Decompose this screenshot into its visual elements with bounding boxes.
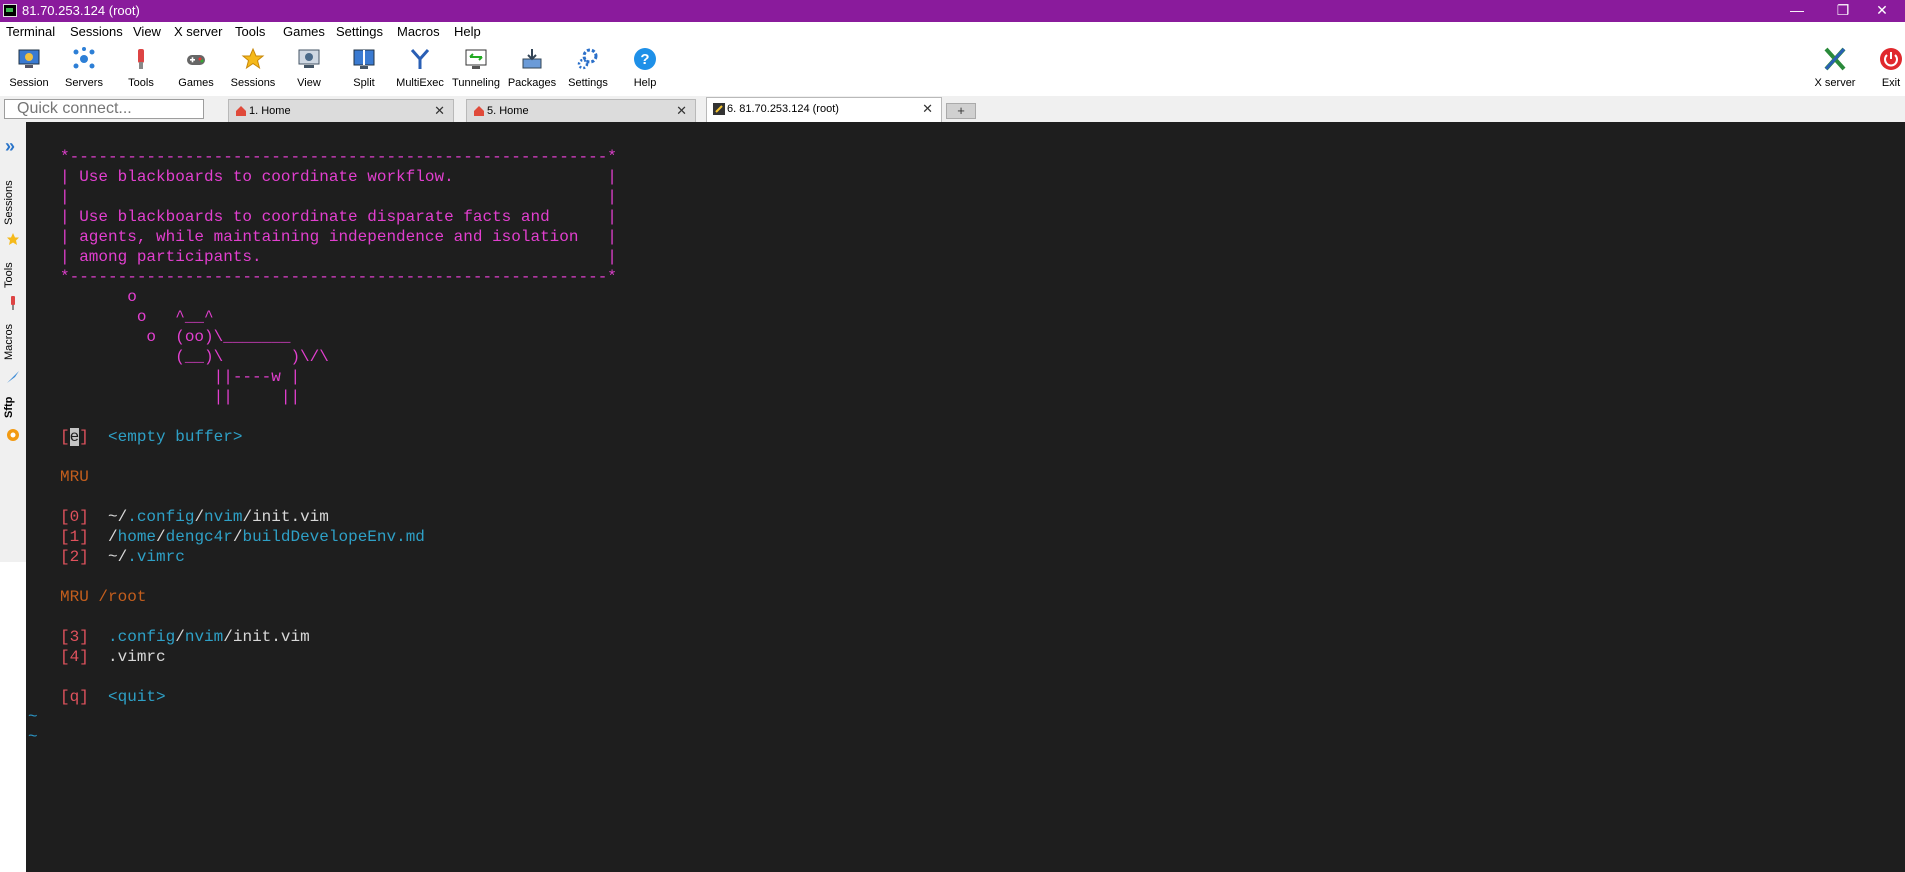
x-server-icon <box>1823 47 1847 71</box>
cow-line: o <box>60 288 137 306</box>
cow-line: (__)\ )\/\ <box>60 348 329 366</box>
banner-line: | Use blackboards to coordinate disparat… <box>60 208 617 226</box>
banner-line: *---------------------------------------… <box>60 268 617 286</box>
macros-icon <box>6 370 20 384</box>
toolbar: Session Servers Tools Games Sessions Vie… <box>0 42 1905 96</box>
minimize-button[interactable]: — <box>1774 0 1820 22</box>
title-bar: 81.70.253.124 (root) — ❐ ✕ <box>0 0 1905 22</box>
cow-line: ||----w | <box>60 368 301 386</box>
tab-close-icon[interactable]: ✕ <box>922 101 933 117</box>
expand-sidebar-icon[interactable]: » <box>5 136 15 157</box>
cow-line: o (oo)\_______ <box>60 328 291 346</box>
cursor: e <box>69 428 80 446</box>
menu-terminal[interactable]: Terminal <box>6 24 55 39</box>
gear-icon <box>576 47 600 71</box>
menu-bar: Terminal Sessions View X server Tools Ga… <box>0 22 1905 42</box>
menu-games[interactable]: Games <box>283 24 325 39</box>
quit-entry[interactable]: [q] <quit> <box>60 687 166 707</box>
view-icon <box>297 47 321 71</box>
power-icon <box>1879 47 1903 71</box>
ssh-session-icon <box>713 103 725 115</box>
banner-line: | Use blackboards to coordinate workflow… <box>60 168 617 186</box>
terminal-area[interactable]: *---------------------------------------… <box>26 122 1905 750</box>
multiexec-icon <box>408 47 432 71</box>
quick-connect-input[interactable] <box>4 99 204 119</box>
empty-line-tilde: ~ <box>28 728 38 746</box>
banner-line: *---------------------------------------… <box>60 148 617 166</box>
sidebar-tab-sftp[interactable]: Sftp <box>3 392 23 422</box>
menu-view[interactable]: View <box>133 24 161 39</box>
packages-icon <box>520 47 544 71</box>
banner-line: | agents, while maintaining independence… <box>60 228 617 246</box>
home-icon <box>235 105 247 117</box>
star-icon <box>6 232 20 246</box>
terminal-app-icon <box>3 4 17 17</box>
sidebar-tab-macros[interactable]: Macros <box>3 320 23 364</box>
session-icon <box>17 47 41 71</box>
servers-button[interactable]: Servers <box>56 44 112 94</box>
mru-entry[interactable]: [0] ~/.config/nvim/init.vim <box>60 507 329 527</box>
tab-1-home[interactable]: 1. Home ✕ <box>228 99 454 122</box>
sidebar-tab-tools[interactable]: Tools <box>3 258 23 292</box>
svg-text:?: ? <box>640 51 649 68</box>
close-button[interactable]: ✕ <box>1859 0 1905 22</box>
cow-line: || || <box>60 388 301 406</box>
menu-help[interactable]: Help <box>454 24 481 39</box>
mru-entry[interactable]: [1] /home/dengc4r/buildDevelopeEnv.md <box>60 527 425 547</box>
games-button[interactable]: Games <box>168 44 224 94</box>
tab-close-icon[interactable]: ✕ <box>434 103 445 119</box>
sidebar: » Sessions Tools Macros Sftp <box>0 122 26 872</box>
menu-sessions[interactable]: Sessions <box>70 24 123 39</box>
new-tab-button[interactable]: + <box>946 103 976 119</box>
tab-close-icon[interactable]: ✕ <box>676 103 687 119</box>
menu-x-server[interactable]: X server <box>174 24 222 39</box>
cow-line: o ^__^ <box>60 308 214 326</box>
mru-root-header: MRU /root <box>60 588 147 606</box>
sidebar-tab-sessions[interactable]: Sessions <box>3 178 23 228</box>
tab-6-active-session[interactable]: 6. 81.70.253.124 (root) ✕ <box>706 97 942 122</box>
banner-line: | | <box>60 188 617 206</box>
menu-tools[interactable]: Tools <box>235 24 265 39</box>
banner-line: | among participants. | <box>60 248 617 266</box>
exit-button[interactable]: Exit <box>1863 44 1905 94</box>
menu-macros[interactable]: Macros <box>397 24 440 39</box>
help-button[interactable]: ? Help <box>617 44 673 94</box>
mru-root-entry[interactable]: [4] .vimrc <box>60 647 166 667</box>
menu-settings[interactable]: Settings <box>336 24 383 39</box>
help-icon: ? <box>633 47 657 71</box>
tunneling-icon <box>464 47 488 71</box>
servers-icon <box>72 47 96 71</box>
sftp-icon <box>6 428 20 442</box>
tools-icon <box>129 47 153 71</box>
star-icon <box>241 47 265 71</box>
empty-buffer-entry[interactable]: [e] <empty buffer> <box>60 427 242 447</box>
settings-button[interactable]: Settings <box>560 44 616 94</box>
tab-5-home[interactable]: 5. Home ✕ <box>466 99 696 122</box>
tab-row: 1. Home ✕ 5. Home ✕ 6. 81.70.253.124 (ro… <box>0 96 1905 212</box>
split-icon <box>352 47 376 71</box>
mru-header: MRU <box>60 468 89 486</box>
mru-entry[interactable]: [2] ~/.vimrc <box>60 547 185 567</box>
sidebar-panel <box>0 562 26 872</box>
window-title: 81.70.253.124 (root) <box>22 3 140 18</box>
empty-line-tilde: ~ <box>28 708 38 726</box>
tools-icon <box>6 296 20 310</box>
games-icon <box>184 47 208 71</box>
home-icon <box>473 105 485 117</box>
mru-root-entry[interactable]: [3] .config/nvim/init.vim <box>60 627 310 647</box>
